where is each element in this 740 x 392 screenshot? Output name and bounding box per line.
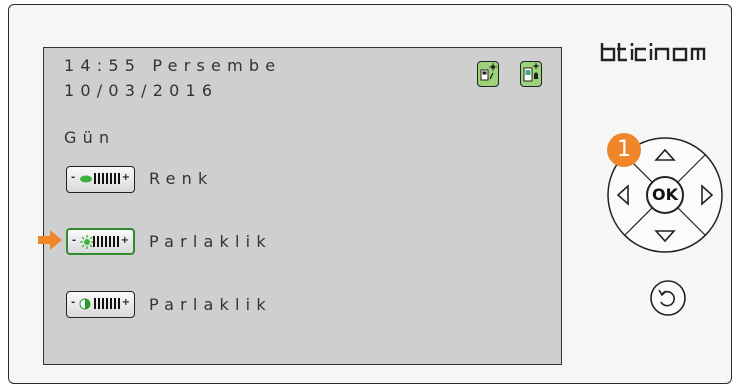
level-bars xyxy=(94,173,122,184)
plus-icon: + xyxy=(121,297,130,308)
selection-arrow-icon xyxy=(38,230,62,250)
brightness-slider[interactable]: - + xyxy=(66,228,135,255)
settings-phone-icon xyxy=(480,63,497,81)
minus-icon: - xyxy=(72,235,77,246)
section-title: Gün xyxy=(64,128,116,147)
contrast-icon xyxy=(79,298,91,310)
item-label-contrast: Parlaklik xyxy=(149,295,272,314)
up-button[interactable] xyxy=(653,147,677,163)
level-bars xyxy=(93,236,121,247)
contrast-slider[interactable]: - + xyxy=(66,291,135,318)
settings-display-icon xyxy=(523,62,539,82)
item-label-brightness: Parlaklik xyxy=(149,232,272,251)
date-label: 10/03/2016 xyxy=(64,81,219,100)
display-screen: 14:55 Persembe 10/03/2016 Gün - + Renk -… xyxy=(38,47,562,365)
time-day-label: 14:55 Persembe xyxy=(64,56,282,75)
back-icon xyxy=(650,280,686,316)
arrow-right-icon xyxy=(701,184,714,206)
minus-icon: - xyxy=(71,297,76,308)
sun-brightness-icon xyxy=(80,235,94,249)
ok-button[interactable]: OK xyxy=(647,183,683,207)
display-settings-button[interactable] xyxy=(520,61,542,87)
down-button[interactable] xyxy=(653,228,677,244)
color-slider[interactable]: - + xyxy=(66,166,135,193)
camera-settings-button[interactable] xyxy=(477,61,499,87)
left-button[interactable] xyxy=(615,183,631,207)
item-label-color: Renk xyxy=(149,169,214,188)
plus-icon: + xyxy=(121,172,130,183)
bticino-logo: bticino xyxy=(599,40,717,64)
arrow-up-icon xyxy=(654,148,676,161)
color-drop-icon xyxy=(80,175,92,183)
level-bars xyxy=(94,298,122,309)
arrow-down-icon xyxy=(654,230,676,243)
plus-icon: + xyxy=(120,235,129,246)
arrow-left-icon xyxy=(616,184,629,206)
right-button[interactable] xyxy=(699,183,715,207)
intercom-device: 14:55 Persembe 10/03/2016 Gün - + Renk -… xyxy=(8,4,732,384)
step-badge: 1 xyxy=(607,133,641,167)
back-button[interactable] xyxy=(649,279,687,317)
minus-icon: - xyxy=(71,172,76,183)
